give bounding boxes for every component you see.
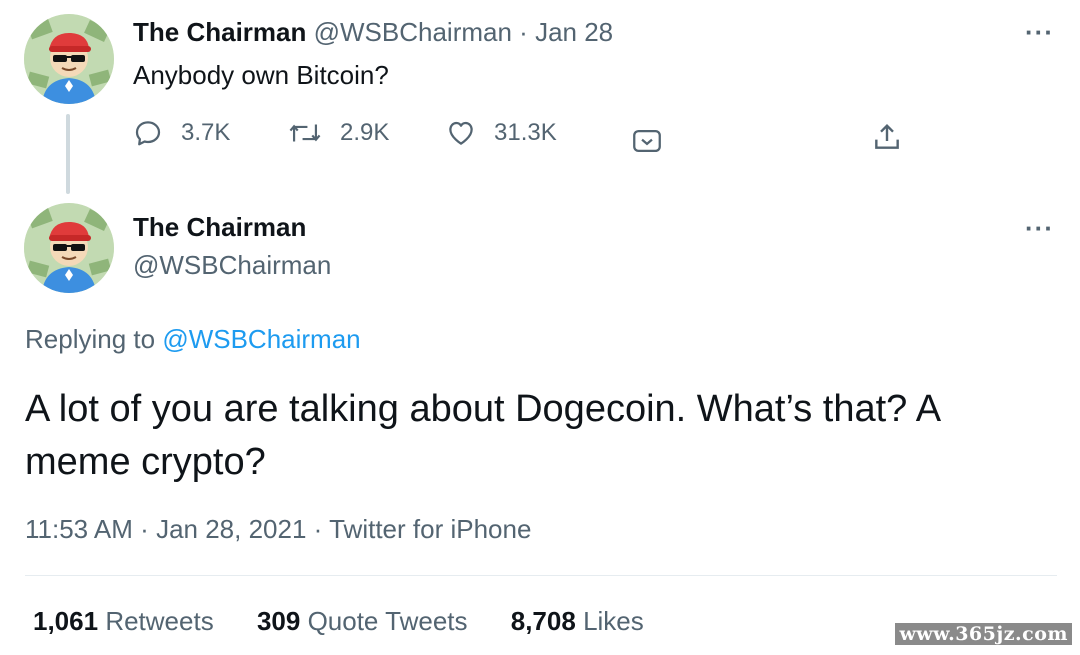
retweet-button[interactable]: 2.9K [288, 118, 389, 148]
reply-button[interactable]: 3.7K [133, 118, 230, 148]
watermark: www.365jz.com [895, 623, 1072, 645]
handle[interactable]: @WSBChairman [133, 250, 331, 281]
retweet-icon [289, 124, 321, 142]
quote-tweets-count: 309 [256, 606, 301, 636]
tweet-date[interactable]: Jan 28 [535, 17, 613, 47]
display-name[interactable]: The Chairman [133, 17, 306, 47]
like-button[interactable]: 31.3K [446, 118, 557, 148]
separator: · [140, 514, 149, 544]
divider [25, 575, 1057, 576]
avatar-image [24, 203, 114, 293]
handle[interactable]: @WSBChairman [314, 17, 512, 47]
quote-tweets-label: Quote Tweets [307, 606, 468, 636]
like-count: 31.3K [494, 119, 557, 146]
more-icon[interactable]: ··· [1025, 19, 1054, 45]
retweets-count: 1,061 [33, 606, 99, 636]
tweet-text: Anybody own Bitcoin? [133, 60, 389, 90]
engagement-stats: 1,061 Retweets 309 Quote Tweets 8,708 Li… [33, 606, 680, 637]
likes-label: Likes [583, 606, 644, 636]
separator: · [519, 17, 528, 47]
retweets-stat[interactable]: 1,061 Retweets [33, 606, 221, 636]
share-icon [875, 123, 899, 149]
more-icon[interactable]: ··· [1025, 215, 1054, 241]
avatar-image [24, 14, 114, 104]
replying-to: Replying to @WSBChairman [25, 324, 361, 355]
tip-jar-icon [633, 129, 661, 153]
retweet-count: 2.9K [340, 119, 390, 146]
display-name[interactable]: The Chairman [133, 212, 306, 243]
tweet-time[interactable]: 11:53 AM [25, 514, 133, 544]
avatar[interactable] [24, 14, 114, 104]
tip-jar-button[interactable] [630, 124, 682, 158]
retweets-label: Retweets [105, 606, 214, 636]
replying-handle-link[interactable]: @WSBChairman [162, 324, 360, 354]
thread-line [66, 114, 70, 194]
separator: · [313, 514, 323, 544]
tweet-source[interactable]: Twitter for iPhone [329, 514, 531, 544]
share-button[interactable] [871, 120, 921, 154]
replying-prefix: Replying to [25, 324, 156, 354]
tweet-header: The Chairman @WSBChairman · Jan 28 [133, 17, 613, 48]
tweet-meta: 11:53 AM · Jan 28, 2021 · Twitter for iP… [25, 514, 531, 545]
tweet-date[interactable]: Jan 28, 2021 [156, 514, 306, 544]
likes-count: 8,708 [510, 606, 576, 636]
likes-stat[interactable]: 8,708 Likes [511, 606, 644, 636]
reply-count: 3.7K [181, 119, 231, 146]
reply-icon [135, 121, 161, 146]
like-icon [449, 121, 473, 145]
quote-tweets-stat[interactable]: 309 Quote Tweets [257, 606, 475, 636]
tweet-text: A lot of you are talking about Dogecoin.… [25, 388, 940, 483]
avatar[interactable] [24, 203, 114, 293]
